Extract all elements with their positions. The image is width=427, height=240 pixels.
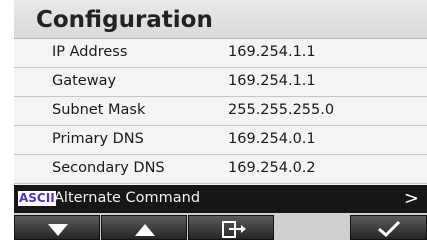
setting-row-ip-address[interactable]: IP Address 169.254.1.1 bbox=[14, 39, 427, 68]
alternate-command-label: Alternate Command bbox=[54, 190, 201, 206]
down-button[interactable] bbox=[14, 215, 100, 240]
setting-label: IP Address bbox=[52, 44, 128, 60]
chevron-right-icon: > bbox=[403, 188, 419, 209]
checkmark-icon bbox=[378, 220, 401, 238]
configuration-screen: Configuration IP Address 169.254.1.1 Gat… bbox=[14, 0, 427, 240]
setting-value: 169.254.0.2 bbox=[228, 160, 316, 176]
setting-row-secondary-dns[interactable]: Secondary DNS 169.254.0.2 bbox=[14, 155, 427, 184]
title-bar: Configuration bbox=[14, 0, 427, 39]
button-bar bbox=[14, 213, 427, 240]
setting-value: 169.254.0.1 bbox=[228, 131, 316, 147]
confirm-button[interactable] bbox=[350, 215, 427, 240]
page-title: Configuration bbox=[36, 7, 213, 33]
exit-button[interactable] bbox=[188, 215, 274, 240]
setting-label: Subnet Mask bbox=[52, 102, 146, 118]
setting-value: 169.254.1.1 bbox=[228, 44, 316, 60]
alternate-command-bar[interactable]: ASCII Alternate Command > bbox=[14, 185, 427, 213]
arrow-up-icon bbox=[135, 224, 155, 236]
arrow-down-icon bbox=[48, 224, 68, 236]
exit-icon bbox=[222, 221, 246, 238]
setting-row-primary-dns[interactable]: Primary DNS 169.254.0.1 bbox=[14, 126, 427, 155]
setting-label: Gateway bbox=[52, 73, 117, 89]
setting-row-subnet-mask[interactable]: Subnet Mask 255.255.255.0 bbox=[14, 97, 427, 126]
setting-label: Primary DNS bbox=[52, 131, 144, 147]
setting-value: 255.255.255.0 bbox=[228, 102, 335, 118]
ascii-badge: ASCII bbox=[18, 191, 56, 206]
setting-value: 169.254.1.1 bbox=[228, 73, 316, 89]
up-button[interactable] bbox=[101, 215, 187, 240]
setting-row-gateway[interactable]: Gateway 169.254.1.1 bbox=[14, 68, 427, 97]
setting-label: Secondary DNS bbox=[52, 160, 165, 176]
